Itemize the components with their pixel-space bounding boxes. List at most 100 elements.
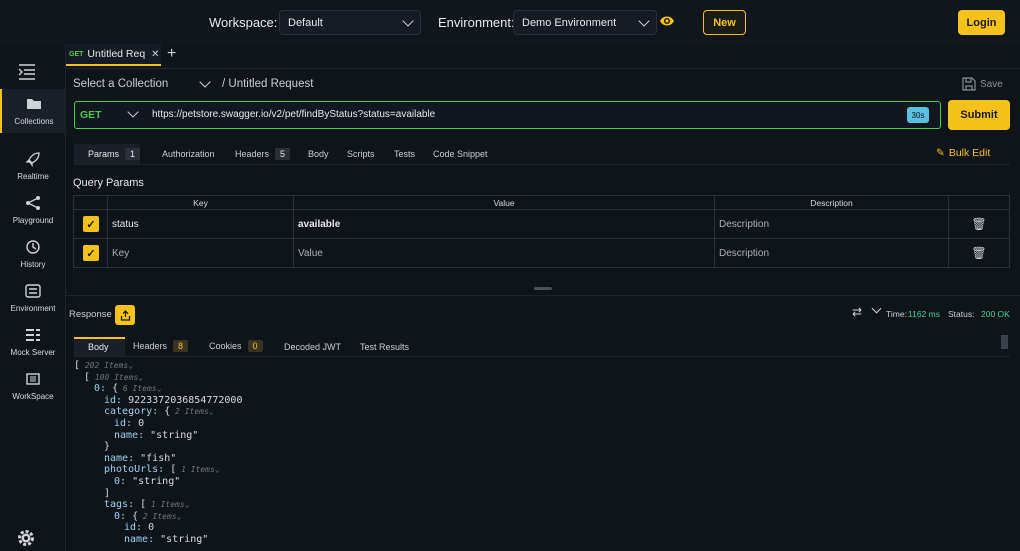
tab-response-headers[interactable]: Headers 8 [133, 340, 189, 352]
value-input[interactable]: available [293, 209, 715, 239]
tab-decoded-jwt[interactable]: Decoded JWT [284, 342, 341, 352]
json-line: name: "string" [124, 534, 209, 545]
key-input[interactable]: Key [107, 238, 294, 268]
row-checkbox[interactable]: ✓ [83, 245, 99, 261]
sidebar-item-workspace[interactable]: WorkSpace [0, 364, 66, 408]
tab-response-body[interactable]: Body [88, 342, 109, 352]
sidebar-item-realtime[interactable]: Realtime [0, 144, 66, 188]
menu-collapse-icon[interactable] [18, 64, 36, 80]
close-icon[interactable]: ✕ [151, 49, 159, 60]
key-input[interactable]: status [107, 209, 294, 239]
new-button[interactable]: New [703, 10, 746, 35]
request-title[interactable]: / Untitled Request [222, 78, 313, 90]
tab-scripts[interactable]: Scripts [347, 149, 375, 159]
share-out-icon [120, 309, 130, 321]
bulk-edit-button[interactable]: ✎ Bulk Edit [936, 147, 990, 159]
params-count-badge: 1 [125, 148, 141, 160]
sidebar-item-history[interactable]: History [0, 232, 66, 276]
json-line[interactable]: 0: { 2 Items⌄ [114, 511, 181, 522]
tab-label: Headers [235, 149, 270, 159]
json-line[interactable]: 0: { 6 Items⌄ [94, 383, 161, 394]
chevron-down-icon [402, 14, 414, 27]
main-panel: GET Untitled Req ✕ + Select a Collection… [66, 44, 1020, 551]
add-tab-icon[interactable]: + [167, 45, 176, 63]
chevron-down-icon[interactable] [199, 76, 211, 88]
description-input[interactable]: Description [714, 238, 949, 268]
save-button[interactable]: Save [980, 79, 1003, 90]
tab-body[interactable]: Body [308, 149, 329, 159]
scrollbar[interactable] [1001, 335, 1008, 349]
environment-label: Environment: [438, 15, 515, 30]
json-line[interactable]: photoUrls: [ 1 Items⌄ [104, 464, 220, 475]
submit-button[interactable]: Submit [948, 100, 1010, 130]
json-line: id: 9223372036854772000 [104, 394, 243, 406]
tab-label: Params [88, 149, 120, 159]
environment-icon [25, 284, 41, 298]
rocket-icon [25, 152, 40, 167]
sidebar-item-label: WorkSpace [12, 392, 54, 401]
login-button[interactable]: Login [958, 10, 1005, 35]
export-button[interactable] [115, 305, 135, 325]
url-input[interactable]: https://petstore.swagger.io/v2/pet/findB… [152, 109, 435, 120]
tab-label: Test Results [360, 342, 410, 352]
json-line[interactable]: category: { 2 Items⌄ [104, 406, 214, 417]
trash-icon[interactable]: 🗑 [971, 246, 986, 260]
request-tab-title: Untitled Req [87, 48, 146, 60]
swap-icon[interactable]: ⇄ [852, 305, 862, 319]
json-line[interactable]: tags: [ 1 Items⌄ [104, 499, 190, 510]
environment-select[interactable]: Demo Environment [513, 10, 657, 35]
tab-params[interactable]: Params 1 [88, 148, 141, 160]
workspace-value: Default [288, 16, 323, 29]
trash-icon[interactable]: 🗑 [971, 217, 986, 231]
sidebar-item-label: Mock Server [10, 348, 56, 357]
row-checkbox[interactable]: ✓ [83, 216, 99, 232]
sidebar-item-environment[interactable]: Environment [0, 276, 66, 320]
method-select[interactable]: GET [80, 109, 102, 121]
mock-server-icon [26, 329, 40, 341]
sidebar-item-mock-server[interactable]: Mock Server [0, 320, 66, 364]
chevron-down-icon[interactable] [871, 303, 882, 314]
table-row: ✓ Key Value Description 🗑 [73, 238, 1010, 268]
column-header-key: Key [107, 195, 294, 210]
status-value: 200 OK [981, 309, 1010, 319]
description-input[interactable]: Description [714, 209, 949, 239]
tab-label: Body [308, 149, 329, 159]
eye-icon[interactable] [659, 14, 675, 28]
json-line[interactable]: [ 202 Items⌄ [74, 360, 133, 371]
time-value: 1162 ms [908, 309, 940, 319]
sidebar-item-label: Environment [10, 304, 56, 313]
tab-label: Headers [133, 341, 168, 351]
workspace-icon [26, 373, 40, 385]
headers-count-badge: 5 [275, 148, 291, 160]
json-line[interactable]: [ 100 Items⌄ [84, 372, 143, 383]
item-count-toggle: 2 Items⌄ [138, 511, 182, 521]
resize-handle[interactable] [534, 287, 552, 290]
request-tab[interactable]: GET Untitled Req ✕ [66, 44, 161, 66]
tab-headers[interactable]: Headers 5 [235, 148, 291, 160]
sidebar: Collections Realtime Playground History … [0, 44, 66, 551]
gear-icon[interactable] [16, 528, 36, 548]
tab-authorization[interactable]: Authorization [162, 149, 215, 159]
tab-label: Code Snippet [433, 149, 488, 159]
environment-value: Demo Environment [522, 16, 617, 29]
pencil-icon: ✎ [936, 147, 945, 159]
tab-label: Cookies [209, 341, 242, 351]
sidebar-item-playground[interactable]: Playground [0, 188, 66, 232]
json-line: id: 0 [124, 522, 155, 534]
tab-test-results[interactable]: Test Results [360, 342, 409, 352]
item-count-toggle: 1 Items⌄ [146, 500, 190, 510]
value-input[interactable]: Value [293, 238, 715, 268]
sidebar-item-collections[interactable]: Collections [0, 89, 66, 133]
request-tab-method: GET [69, 50, 84, 58]
workspace-label: Workspace: [209, 15, 278, 30]
json-line: } [104, 441, 111, 453]
table-row: ✓ status available Description 🗑 [73, 209, 1010, 239]
collection-select[interactable]: Select a Collection [73, 78, 168, 90]
tab-code-snippet[interactable]: Code Snippet [433, 149, 488, 159]
json-line: 0: "string" [114, 476, 181, 487]
workspace-select[interactable]: Default [279, 10, 421, 35]
tab-response-cookies[interactable]: Cookies 0 [209, 340, 263, 352]
save-icon[interactable] [962, 77, 976, 91]
tab-tests[interactable]: Tests [394, 149, 415, 159]
timeout-chip[interactable]: 30s [907, 107, 929, 123]
